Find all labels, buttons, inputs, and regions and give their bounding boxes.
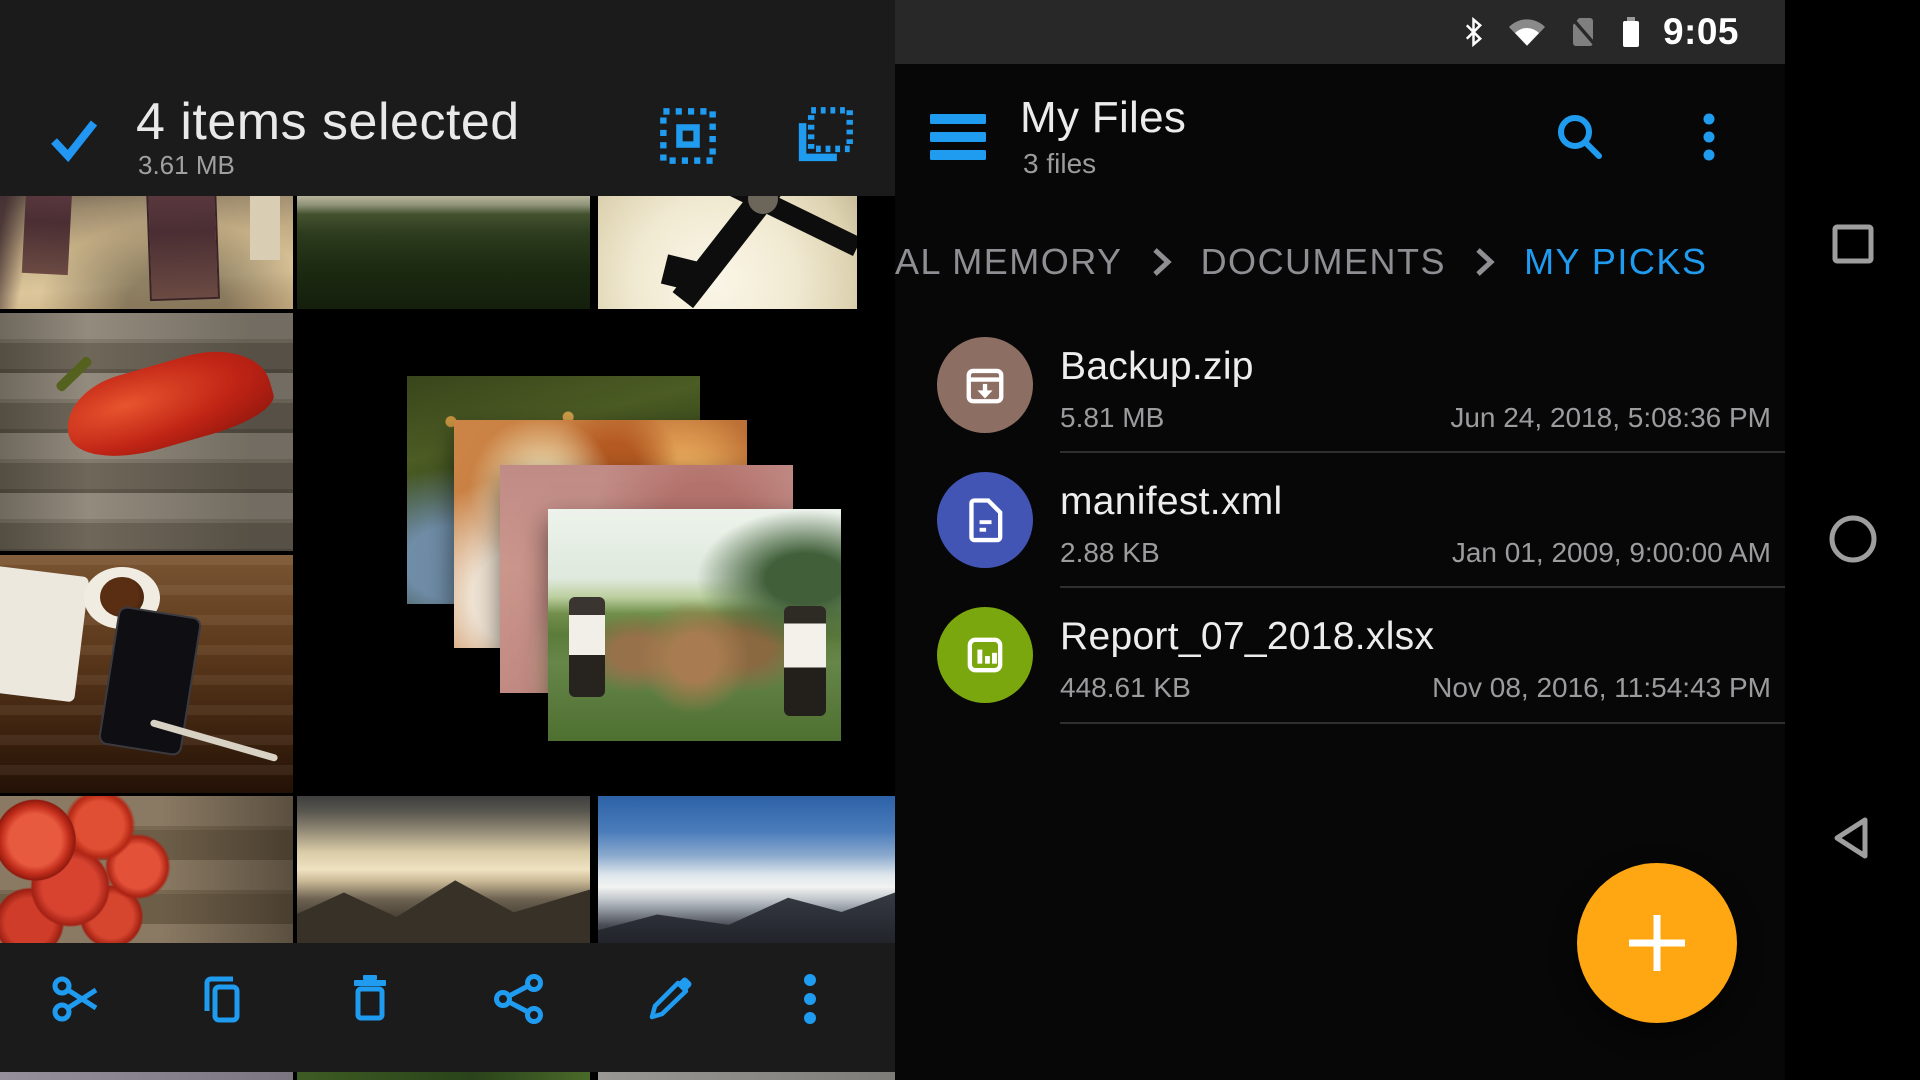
file-date: Jun 24, 2018, 5:08:36 PM bbox=[1450, 401, 1771, 434]
file-manager-panel: 9:05 My Files 3 files bbox=[895, 0, 1785, 1080]
chili-pepper bbox=[57, 336, 280, 472]
breadcrumb-my-picks[interactable]: MY PICKS bbox=[1524, 241, 1707, 283]
photo-row-peek bbox=[598, 1072, 895, 1080]
status-bar: 9:05 bbox=[895, 0, 1785, 64]
breadcrumb-internal-memory[interactable]: AL MEMORY bbox=[895, 241, 1123, 283]
photo-field-thumbnail[interactable] bbox=[297, 196, 590, 309]
file-name: manifest.xml bbox=[1060, 479, 1282, 525]
share-button[interactable] bbox=[491, 971, 547, 1027]
file-name: Report_07_2018.xlsx bbox=[1060, 614, 1434, 660]
file-date: Jan 01, 2009, 9:00:00 AM bbox=[1452, 536, 1771, 569]
photo-detail bbox=[146, 196, 220, 301]
bluetooth-icon bbox=[1462, 15, 1485, 49]
more-options-button[interactable] bbox=[802, 971, 834, 1027]
list-divider bbox=[1060, 722, 1785, 724]
file-name: Backup.zip bbox=[1060, 344, 1254, 390]
chevron-right-icon bbox=[1149, 242, 1175, 282]
photo-beach-thumbnail[interactable] bbox=[0, 196, 293, 309]
hamburger-menu-icon[interactable] bbox=[930, 114, 986, 160]
check-icon bbox=[46, 110, 102, 166]
clock-marker bbox=[661, 254, 701, 291]
gallery-panel: 4 items selected 3.61 MB bbox=[0, 0, 895, 1080]
add-file-fab[interactable] bbox=[1577, 863, 1737, 1023]
android-nav-bar bbox=[1785, 0, 1920, 1080]
photo-row-peek bbox=[0, 1072, 293, 1080]
photo-desk-thumbnail[interactable] bbox=[0, 555, 293, 793]
file-row-report-xlsx[interactable]: Report_07_2018.xlsx 448.61 KB Nov 08, 20… bbox=[895, 587, 1785, 722]
copy-button[interactable] bbox=[193, 971, 249, 1027]
battery-icon bbox=[1621, 15, 1641, 49]
file-count-label: 3 files bbox=[1023, 148, 1096, 180]
photo-chili-thumbnail[interactable] bbox=[0, 313, 293, 551]
photo-detail bbox=[250, 196, 280, 260]
selection-header: 4 items selected 3.61 MB bbox=[0, 0, 895, 196]
selection-toolbar bbox=[0, 943, 895, 1072]
file-size: 5.81 MB bbox=[1060, 401, 1164, 434]
photo-clock-thumbnail[interactable] bbox=[598, 196, 857, 309]
selected-photo-cows[interactable] bbox=[548, 509, 841, 741]
wifi-icon bbox=[1507, 17, 1547, 47]
back-triangle-icon[interactable] bbox=[1828, 813, 1878, 863]
edit-button[interactable] bbox=[641, 971, 697, 1027]
photo-tomatoes-thumbnail[interactable] bbox=[0, 796, 293, 943]
breadcrumb: AL MEMORY DOCUMENTS MY PICKS bbox=[895, 240, 1775, 284]
breadcrumb-documents[interactable]: DOCUMENTS bbox=[1201, 241, 1447, 283]
photo-sky-mountain-thumbnail[interactable] bbox=[598, 796, 895, 943]
app-bar: My Files 3 files bbox=[895, 64, 1785, 196]
delete-button[interactable] bbox=[342, 971, 398, 1027]
file-row-backup-zip[interactable]: Backup.zip 5.81 MB Jun 24, 2018, 5:08:36… bbox=[895, 317, 1785, 452]
recents-square-icon[interactable] bbox=[1828, 219, 1878, 269]
invert-selection-button[interactable] bbox=[794, 106, 854, 166]
file-size: 448.61 KB bbox=[1060, 671, 1191, 704]
page-title: My Files bbox=[1020, 93, 1186, 143]
chevron-right-icon bbox=[1472, 242, 1498, 282]
file-size: 2.88 KB bbox=[1060, 536, 1160, 569]
mountain-silhouette bbox=[297, 867, 590, 943]
overflow-menu-icon[interactable] bbox=[1701, 109, 1733, 165]
photo-detail bbox=[22, 196, 72, 275]
selection-size-label: 3.61 MB bbox=[138, 150, 235, 180]
no-sim-icon bbox=[1569, 15, 1599, 49]
clock-time: 9:05 bbox=[1663, 11, 1739, 53]
archive-icon bbox=[937, 337, 1033, 433]
select-all-button[interactable] bbox=[658, 106, 718, 166]
file-row-manifest-xml[interactable]: manifest.xml 2.88 KB Jan 01, 2009, 9:00:… bbox=[895, 452, 1785, 587]
split-screen: 4 items selected 3.61 MB bbox=[0, 0, 1920, 1080]
search-icon[interactable] bbox=[1552, 109, 1608, 165]
selection-count-label: 4 items selected bbox=[136, 92, 520, 152]
file-date: Nov 08, 2016, 11:54:43 PM bbox=[1432, 671, 1771, 704]
mountain-silhouette bbox=[598, 878, 895, 943]
home-circle-icon[interactable] bbox=[1828, 514, 1878, 564]
document-icon bbox=[937, 472, 1033, 568]
photo-row-peek bbox=[297, 1072, 590, 1080]
laptop-shape bbox=[0, 566, 89, 703]
cut-button[interactable] bbox=[49, 971, 105, 1027]
chili-stem bbox=[55, 355, 94, 393]
plus-icon bbox=[1619, 905, 1695, 981]
photo-cloud-mountain-thumbnail[interactable] bbox=[297, 796, 590, 943]
spreadsheet-icon bbox=[937, 607, 1033, 703]
